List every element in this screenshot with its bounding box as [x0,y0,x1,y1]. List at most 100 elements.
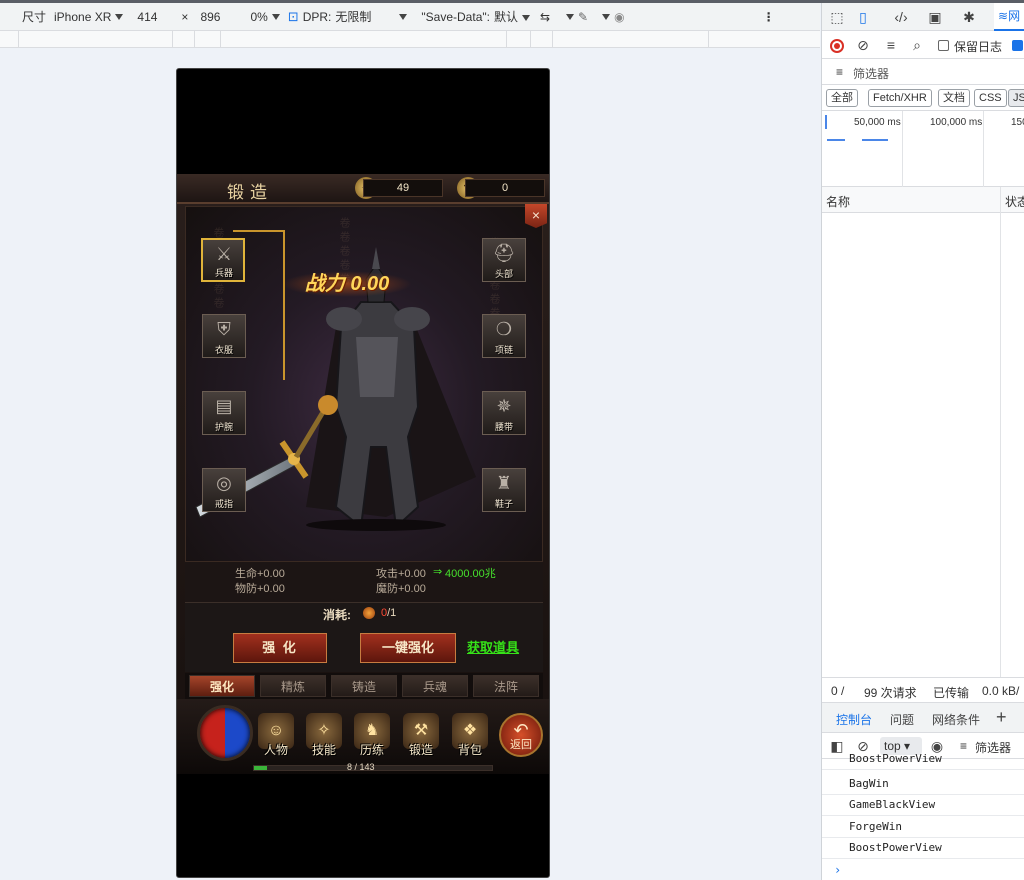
preserve-log-label: 保留日志 [954,40,1003,54]
type-filter-doc[interactable]: 文档 [938,89,970,107]
type-filter-js[interactable]: JS [1008,89,1024,107]
yin-yang-orb-icon[interactable] [197,705,253,761]
return-label: 返回 [510,739,532,751]
zoom-value: 0% [250,9,268,24]
chevron-down-icon[interactable] [566,13,575,20]
nav-bag[interactable]: ❖ 背包 [447,713,493,759]
column-name[interactable]: 名称 [826,193,850,210]
disable-cache-checkbox[interactable] [1012,40,1023,51]
zoom-select[interactable]: 0% [250,9,280,24]
stat-magic-defense: 魔防+0.00 [376,583,426,595]
tab-enhance[interactable]: 强化 [189,675,255,697]
console-log-line: BoostPowerView [822,838,1024,859]
dimensions-label: 尺寸 [22,10,47,24]
nav-label: 背包 [457,743,482,757]
summary-size: 0.0 kB/ [982,684,1020,698]
rotate-icon[interactable]: ⇆ [540,10,550,24]
drawer-tab-console[interactable]: 控制台 [836,711,872,728]
armor-icon: ⛨ [217,319,231,339]
wifi-icon: ≋ [998,9,1009,23]
slot-label: 戒指 [214,499,233,509]
enhance-button[interactable]: 强 化 [233,633,327,663]
type-filter-css[interactable]: CSS [974,89,1007,107]
tab-array[interactable]: 法阵 [473,675,539,697]
nav-forge[interactable]: ⚒ 锻造 [398,713,444,759]
bug-icon[interactable]: ✱ [960,8,978,26]
console-prompt-icon[interactable]: › [834,863,841,877]
type-filter-all[interactable]: 全部 [826,89,858,107]
nav-training[interactable]: ♞ 历练 [349,713,395,759]
filter-bar: ≡ 筛选器 [822,59,1024,85]
slot-ring[interactable]: ◎ 戒指 [202,468,246,512]
ruler-divider [530,31,531,48]
drawer-tab-network-conditions[interactable]: 网络条件 [932,711,980,728]
tab-refine[interactable]: 精炼 [260,675,326,697]
ring-icon: ◎ [216,473,232,493]
slot-bracer[interactable]: ▤ 护腕 [202,391,246,435]
slot-armor[interactable]: ⛨ 衣服 [202,314,246,358]
width-input[interactable]: 414 [137,10,157,24]
tab-soul[interactable]: 兵魂 [402,675,468,697]
nav-label: 技能 [311,743,336,757]
timeline-label: 100,000 ms [930,117,983,128]
preserve-log-checkbox[interactable] [938,40,949,51]
timeline-label: 50,000 ms [854,117,901,128]
console-icon[interactable]: ▣ [926,8,944,26]
slot-weapon[interactable]: ⚔ 兵器 [201,238,245,282]
tab-network[interactable]: ≋网 [994,3,1024,31]
stat-attack-next: 4000.00兆 [445,568,496,580]
device-toolbar-icon[interactable]: ▯ [854,8,872,26]
column-status[interactable]: 状态 [1005,193,1024,210]
slot-boots[interactable]: ♜ 鞋子 [482,468,526,512]
record-icon[interactable] [830,39,844,53]
save-data-value: 默认 [493,10,518,24]
type-filter-fetch[interactable]: Fetch/XHR [868,89,932,107]
add-tab-icon[interactable]: + [996,707,1007,728]
summary-requests: 99 次请求 [864,686,917,700]
slot-necklace[interactable]: ❍ 项链 [482,314,526,358]
filter-icon[interactable]: ≡ [882,36,900,54]
tab-cast[interactable]: 铸造 [331,675,397,697]
one-click-enhance-button[interactable]: 一键强化 [360,633,456,663]
slot-label: 项链 [494,345,513,355]
belt-icon: ✵ [496,396,512,416]
exp-progress-text: 8 / 143 [347,762,375,772]
nav-skills[interactable]: ✧ 技能 [301,713,347,759]
slot-label: 腰带 [494,422,513,432]
chevron-down-icon[interactable] [602,13,611,20]
resource-type-filters: 全部 Fetch/XHR 文档 CSS JS [822,85,1024,111]
slot-belt[interactable]: ✵ 腰带 [482,391,526,435]
get-item-link[interactable]: 获取道具 [467,637,519,656]
slot-label: 衣服 [214,345,233,355]
timeline-bar [827,139,845,141]
device-name: iPhone XR [54,9,112,24]
nav-label: 锻造 [408,743,433,757]
ruler-divider [708,31,709,48]
more-options-icon[interactable]: ⋮ [763,10,775,24]
console-log-line: BoostPowerView [822,749,1024,770]
close-button[interactable]: × [525,204,547,228]
device-select[interactable]: iPhone XR [54,9,124,24]
stat-attack: 攻击+0.00 [376,568,426,580]
save-data-select[interactable]: 默认 [494,8,530,25]
inspect-element-icon[interactable]: ⬚ [828,8,846,26]
drawer-tab-issues[interactable]: 问题 [890,711,914,728]
search-icon[interactable]: ⌕ [908,36,926,54]
dpr-value[interactable]: 无限制 [335,8,371,25]
eye-icon[interactable]: ◉ [614,10,624,24]
network-overview-timeline: 50,000 ms 100,000 ms 150 [822,111,1024,187]
slot-label: 头部 [494,269,513,279]
slot-helmet[interactable]: ⛑ 头部 [482,238,526,282]
slot-label: 护腕 [214,422,233,432]
pen-icon[interactable]: ✎ [578,10,588,24]
drawer-tabs: 控制台 问题 网络条件 + [822,703,1024,733]
filter-input[interactable]: 筛选器 [853,65,889,82]
height-input[interactable]: 896 [200,10,220,24]
clear-icon[interactable]: ⊘ [854,36,872,54]
forge-tabs: 强化 精炼 铸造 兵魂 法阵 [185,673,543,701]
nav-character[interactable]: ☺ 人物 [253,713,299,759]
elements-icon[interactable]: ‹/› [892,8,910,26]
return-button[interactable]: ↶ 返回 [499,713,543,757]
chevron-down-icon[interactable] [399,13,408,20]
boots-icon: ♜ [495,473,513,493]
